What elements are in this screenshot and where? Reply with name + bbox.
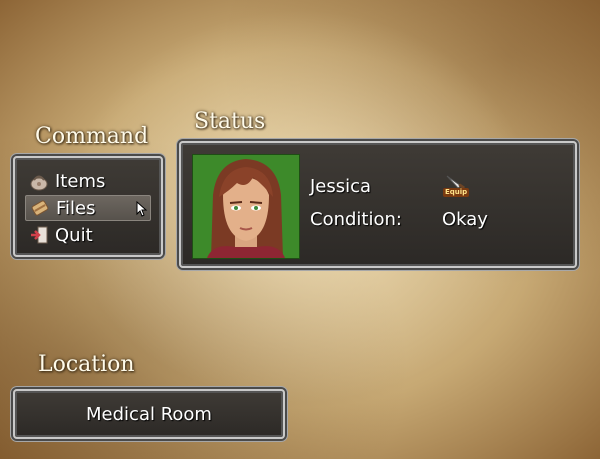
menu-item-files[interactable]: Files <box>25 195 151 221</box>
command-panel: Items Files Quit <box>13 156 163 257</box>
menu-item-label: Files <box>56 197 96 219</box>
location-heading: Location <box>38 352 135 377</box>
equip-badge: Equip <box>443 188 470 197</box>
bag-icon <box>29 171 49 191</box>
menu-item-label: Quit <box>55 224 93 246</box>
character-name: Jessica <box>310 176 372 197</box>
cursor-icon <box>136 200 148 222</box>
status-heading: Status <box>194 109 266 134</box>
menu-item-label: Items <box>55 170 106 192</box>
location-panel: Medical Room <box>13 389 285 439</box>
status-panel: Jessica Condition: Okay Equip <box>179 141 577 268</box>
command-heading: Command <box>35 124 149 149</box>
menu-item-items[interactable]: Items <box>25 168 151 194</box>
equip-button[interactable]: Equip <box>443 174 471 198</box>
character-portrait <box>192 154 300 259</box>
location-name: Medical Room <box>86 403 212 425</box>
condition-value: Okay <box>442 209 488 230</box>
menu-item-quit[interactable]: Quit <box>25 222 151 248</box>
scroll-icon <box>30 198 50 218</box>
condition-label: Condition: <box>310 209 402 230</box>
exit-door-icon <box>29 225 49 245</box>
